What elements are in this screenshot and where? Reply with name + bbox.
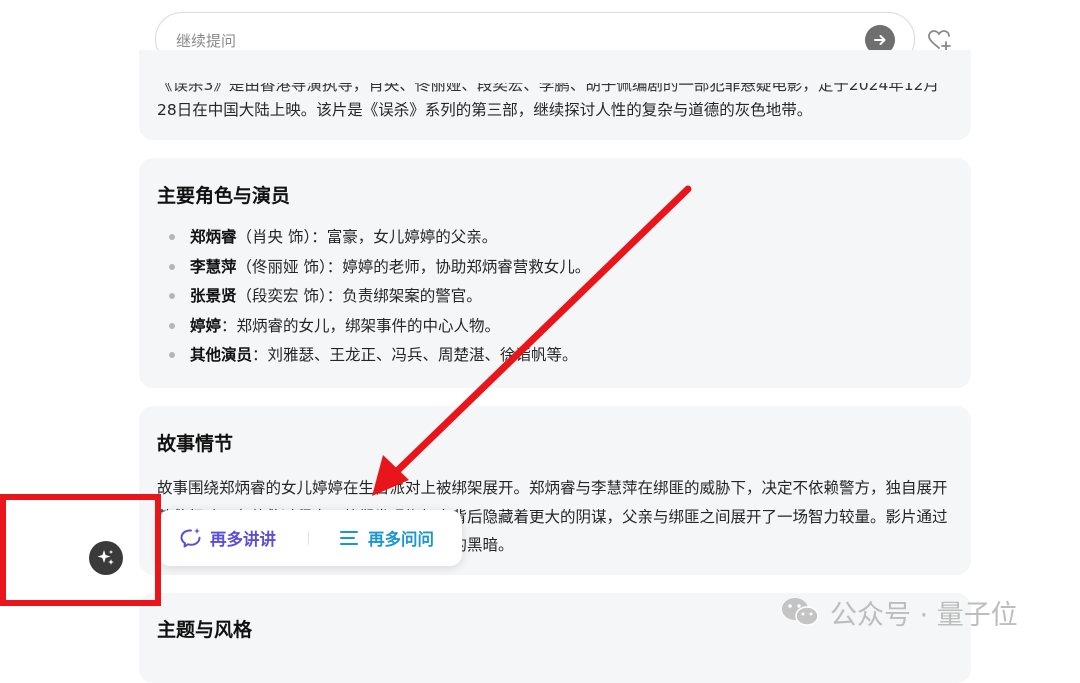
theme-title: 主题与风格: [157, 619, 253, 641]
role-desc: ：刘雅瑟、王龙正、冯兵、周楚湛、徐诣帆等。: [252, 346, 578, 364]
text-lines-icon: [338, 528, 368, 548]
role-name: 其他演员: [190, 346, 253, 364]
role-name: 郑炳睿: [190, 228, 237, 246]
list-item: 张景贤（段奕宏 饰）：负责绑架案的警官。: [157, 285, 590, 315]
intro-text-cut: 《误杀3》是由香港导演执导，肖央、佟丽娅、段奕宏、李鹏、胡子佩编剧的一部犯罪悬疑…: [157, 76, 940, 94]
wechat-icon: [780, 596, 830, 628]
sparkle-button[interactable]: [89, 541, 123, 575]
role-name: 婷婷: [190, 316, 222, 335]
intro-card: 《误杀3》是由香港导演执导，肖央、佟丽娅、段奕宏、李鹏、胡子佩编剧的一部犯罪悬疑…: [139, 50, 971, 140]
intro-text: 28日在中国大陆上映。该片是《误杀》系列的第三部，继续探讨人性的复杂与道德的灰色…: [157, 101, 813, 119]
more-ask-button[interactable]: 再多问问: [338, 524, 434, 552]
roles-card: 主要角色与演员 郑炳睿（肖央 饰）：富豪，女儿婷婷的父亲。 李慧萍（佟丽娅 饰）…: [139, 158, 971, 388]
more-ask-label: 再多问问: [368, 530, 434, 549]
heart-plus-icon: [927, 28, 953, 52]
highlight-box: [0, 494, 161, 606]
roles-title: 主要角色与演员: [157, 185, 291, 207]
roles-list: 郑炳睿（肖央 饰）：富豪，女儿婷婷的父亲。 李慧萍（佟丽娅 饰）：婷婷的老师，协…: [157, 226, 590, 374]
watermark: 公众号 · 量子位: [780, 594, 1018, 631]
role-desc: （段奕宏 饰）：负责绑架案的警官。: [236, 287, 482, 305]
menu-divider: [308, 531, 309, 545]
list-item: 其他演员：刘雅瑟、王龙正、冯兵、周楚湛、徐诣帆等。: [157, 344, 590, 374]
list-item: 郑炳睿（肖央 饰）：富豪，女儿婷婷的父亲。: [157, 226, 590, 256]
list-item: 李慧萍（佟丽娅 饰）：婷婷的老师，协助郑炳睿营救女儿。: [157, 256, 590, 286]
more-talk-label: 再多讲讲: [210, 530, 276, 549]
sparkle-bubble-icon: [178, 527, 210, 549]
arrow-right-icon: [872, 32, 888, 48]
story-title: 故事情节: [157, 433, 234, 455]
watermark-text: 公众号 · 量子位: [830, 599, 1018, 631]
role-desc: （肖央 饰）：富豪，女儿婷婷的父亲。: [236, 228, 498, 246]
list-item: 婷婷：郑炳睿的女儿，绑架事件的中心人物。: [157, 315, 590, 345]
sparkle-icon: [96, 548, 116, 568]
more-talk-button[interactable]: 再多讲讲: [178, 524, 276, 552]
role-name: 李慧萍: [190, 257, 237, 276]
role-desc: （佟丽娅 饰）：婷婷的老师，协助郑炳睿营救女儿。: [236, 257, 591, 276]
role-name: 张景贤: [190, 287, 237, 305]
role-desc: ：郑炳睿的女儿，绑架事件的中心人物。: [221, 316, 501, 335]
follow-up-action-menu: 再多讲讲 再多问问: [158, 510, 462, 566]
